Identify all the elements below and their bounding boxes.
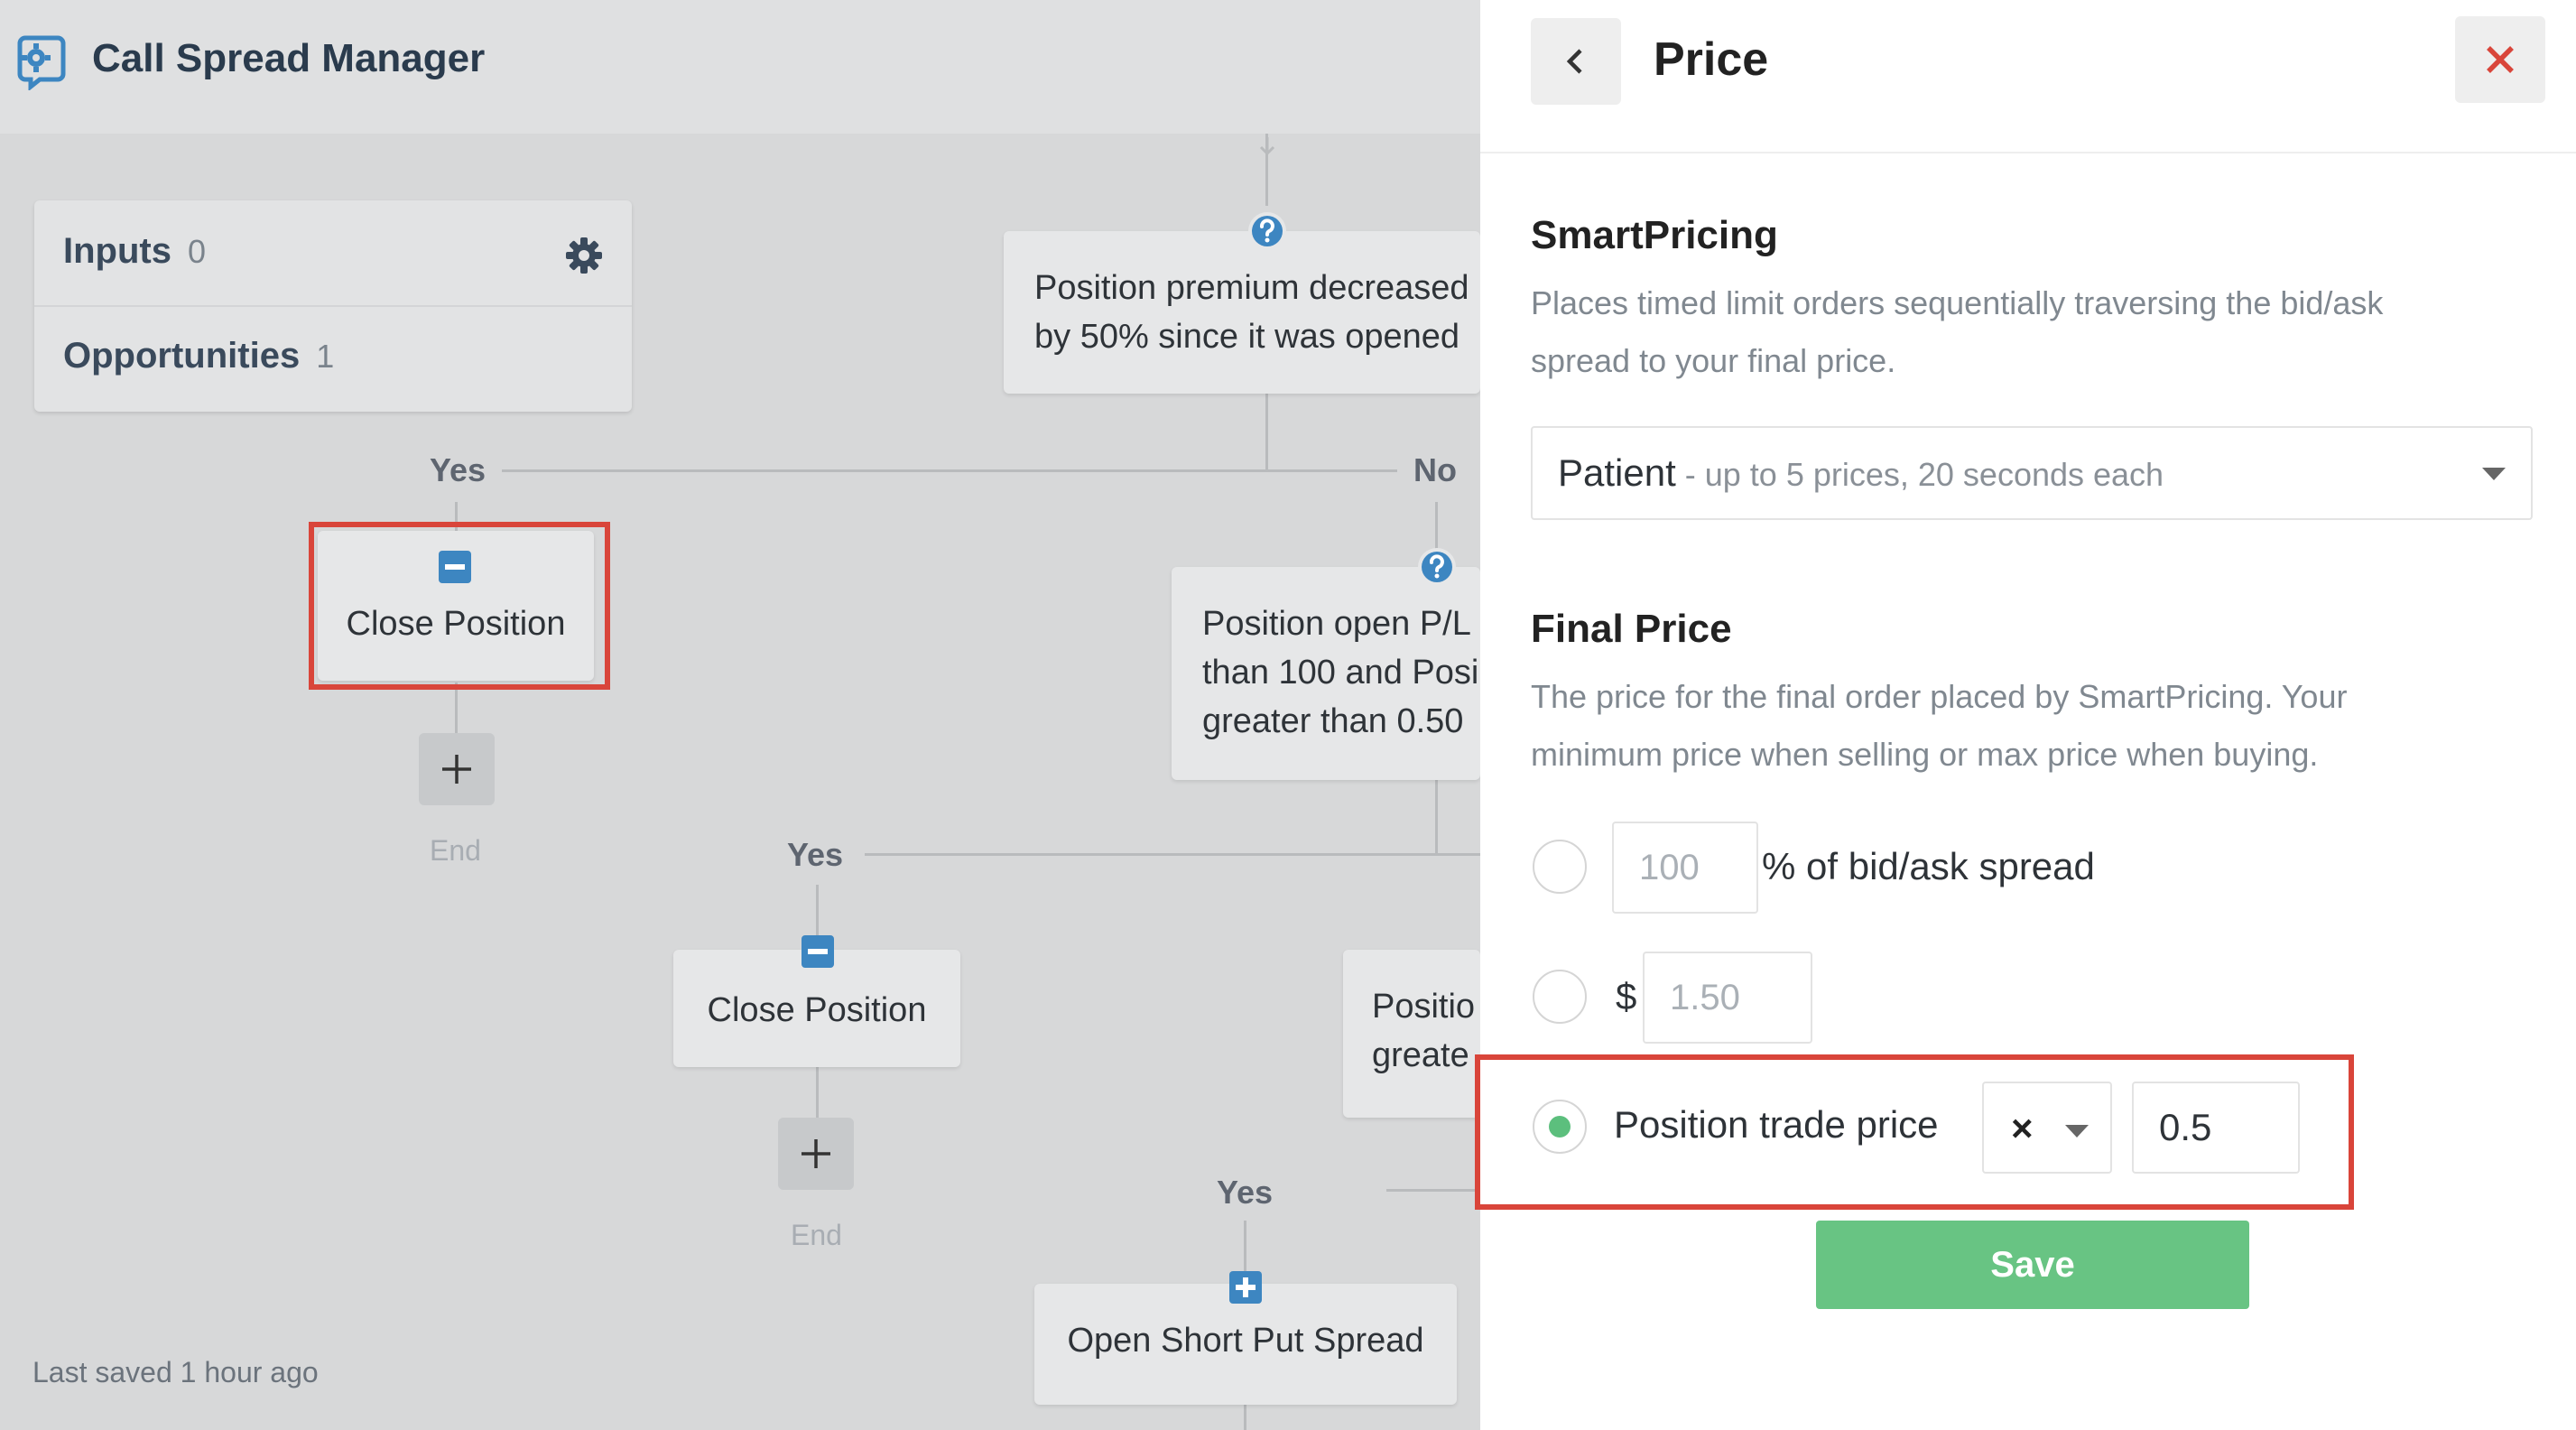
connector-line [1265,394,1268,471]
close-icon [2487,46,2514,73]
condition-text: Position open P/L than 100 and Posi grea… [1202,605,1479,740]
opportunities-row[interactable]: Opportunities 1 [63,336,334,376]
branch-yes-label: Yes [430,451,486,488]
highlight-box [309,522,610,690]
dollar-input[interactable]: 1.50 [1643,952,1812,1044]
question-icon [1418,548,1456,586]
opportunities-count: 1 [316,338,335,375]
inputs-row[interactable]: Inputs 0 [63,231,206,272]
panel-header: Price [1480,0,2576,153]
plus-icon [802,1139,830,1168]
dollar-sign-label: $ [1616,975,1637,1017]
connector-line [1386,1189,1480,1192]
connector-line [1435,778,1438,854]
condition-node[interactable]: Position open P/L than 100 and Posi grea… [1172,567,1480,780]
flow-canvas: Call Spread Manager Inputs 0 Opportunitie… [0,0,1480,1430]
connector-line [502,469,1397,472]
inputs-count: 0 [187,233,207,270]
highlight-box [1475,1054,2354,1210]
final-price-heading: Final Price [1531,607,1732,651]
condition-text: Position premium decreased by 50% since … [1034,269,1469,356]
branch-yes-label: Yes [1217,1174,1274,1211]
app-title: Call Spread Manager [92,36,486,80]
select-value: Patient [1558,451,1676,494]
plus-icon [442,755,471,784]
app-header: Call Spread Manager [0,0,1480,134]
question-icon [1248,212,1286,250]
connector-line [816,1067,819,1121]
branch-yes-label: Yes [787,836,844,873]
smart-pricing-heading: SmartPricing [1531,213,1778,257]
condition-node[interactable]: Position premium decreased by 50% since … [1004,231,1480,394]
smart-pricing-description: Places timed limit orders sequentially t… [1531,284,2384,379]
chevron-left-icon [1566,49,1582,74]
add-step-button[interactable] [419,733,495,805]
dollar-option-radio[interactable] [1533,970,1587,1024]
price-panel: Price SmartPricing Places timed limit or… [1480,0,2576,1430]
condition-node[interactable]: Positio greate [1343,950,1480,1118]
close-position-label: Close Position [707,991,927,1029]
branch-no-label: No [1413,451,1457,488]
final-price-description: The price for the final order placed by … [1531,678,2348,773]
last-saved-status: Last saved 1 hour ago [32,1356,319,1388]
connector-line [455,682,458,737]
smart-pricing-select[interactable]: Patient - up to 5 prices, 20 seconds eac… [1531,426,2533,520]
open-spread-label: Open Short Put Spread [1067,1322,1424,1360]
arrow-down-icon [1259,137,1275,156]
plus-square-icon [1229,1271,1262,1304]
app-logo-icon [17,35,66,90]
minus-icon [802,935,834,968]
close-button[interactable] [2455,16,2545,103]
back-button[interactable] [1531,18,1621,105]
condition-text: Positio greate [1372,988,1476,1074]
add-step-button[interactable] [778,1118,854,1190]
panel-title: Price [1654,33,1769,86]
percent-option-label: % of bid/ask spread [1762,845,2095,887]
inputs-opportunities-card: Inputs 0 Opportunities 1 [34,200,632,412]
end-label: End [430,834,481,867]
percent-option-radio[interactable] [1533,840,1587,894]
chevron-down-icon [2482,468,2506,480]
opportunities-label: Opportunities [63,336,301,376]
inputs-label: Inputs [63,231,171,271]
connector-line [865,853,1480,856]
connector-line [1244,1405,1246,1430]
select-value-detail: - up to 5 prices, 20 seconds each [1675,456,2164,493]
percent-input[interactable]: 100 [1612,822,1758,914]
save-button[interactable]: Save [1816,1221,2249,1309]
end-label: End [791,1219,842,1251]
gear-icon[interactable] [565,237,603,274]
